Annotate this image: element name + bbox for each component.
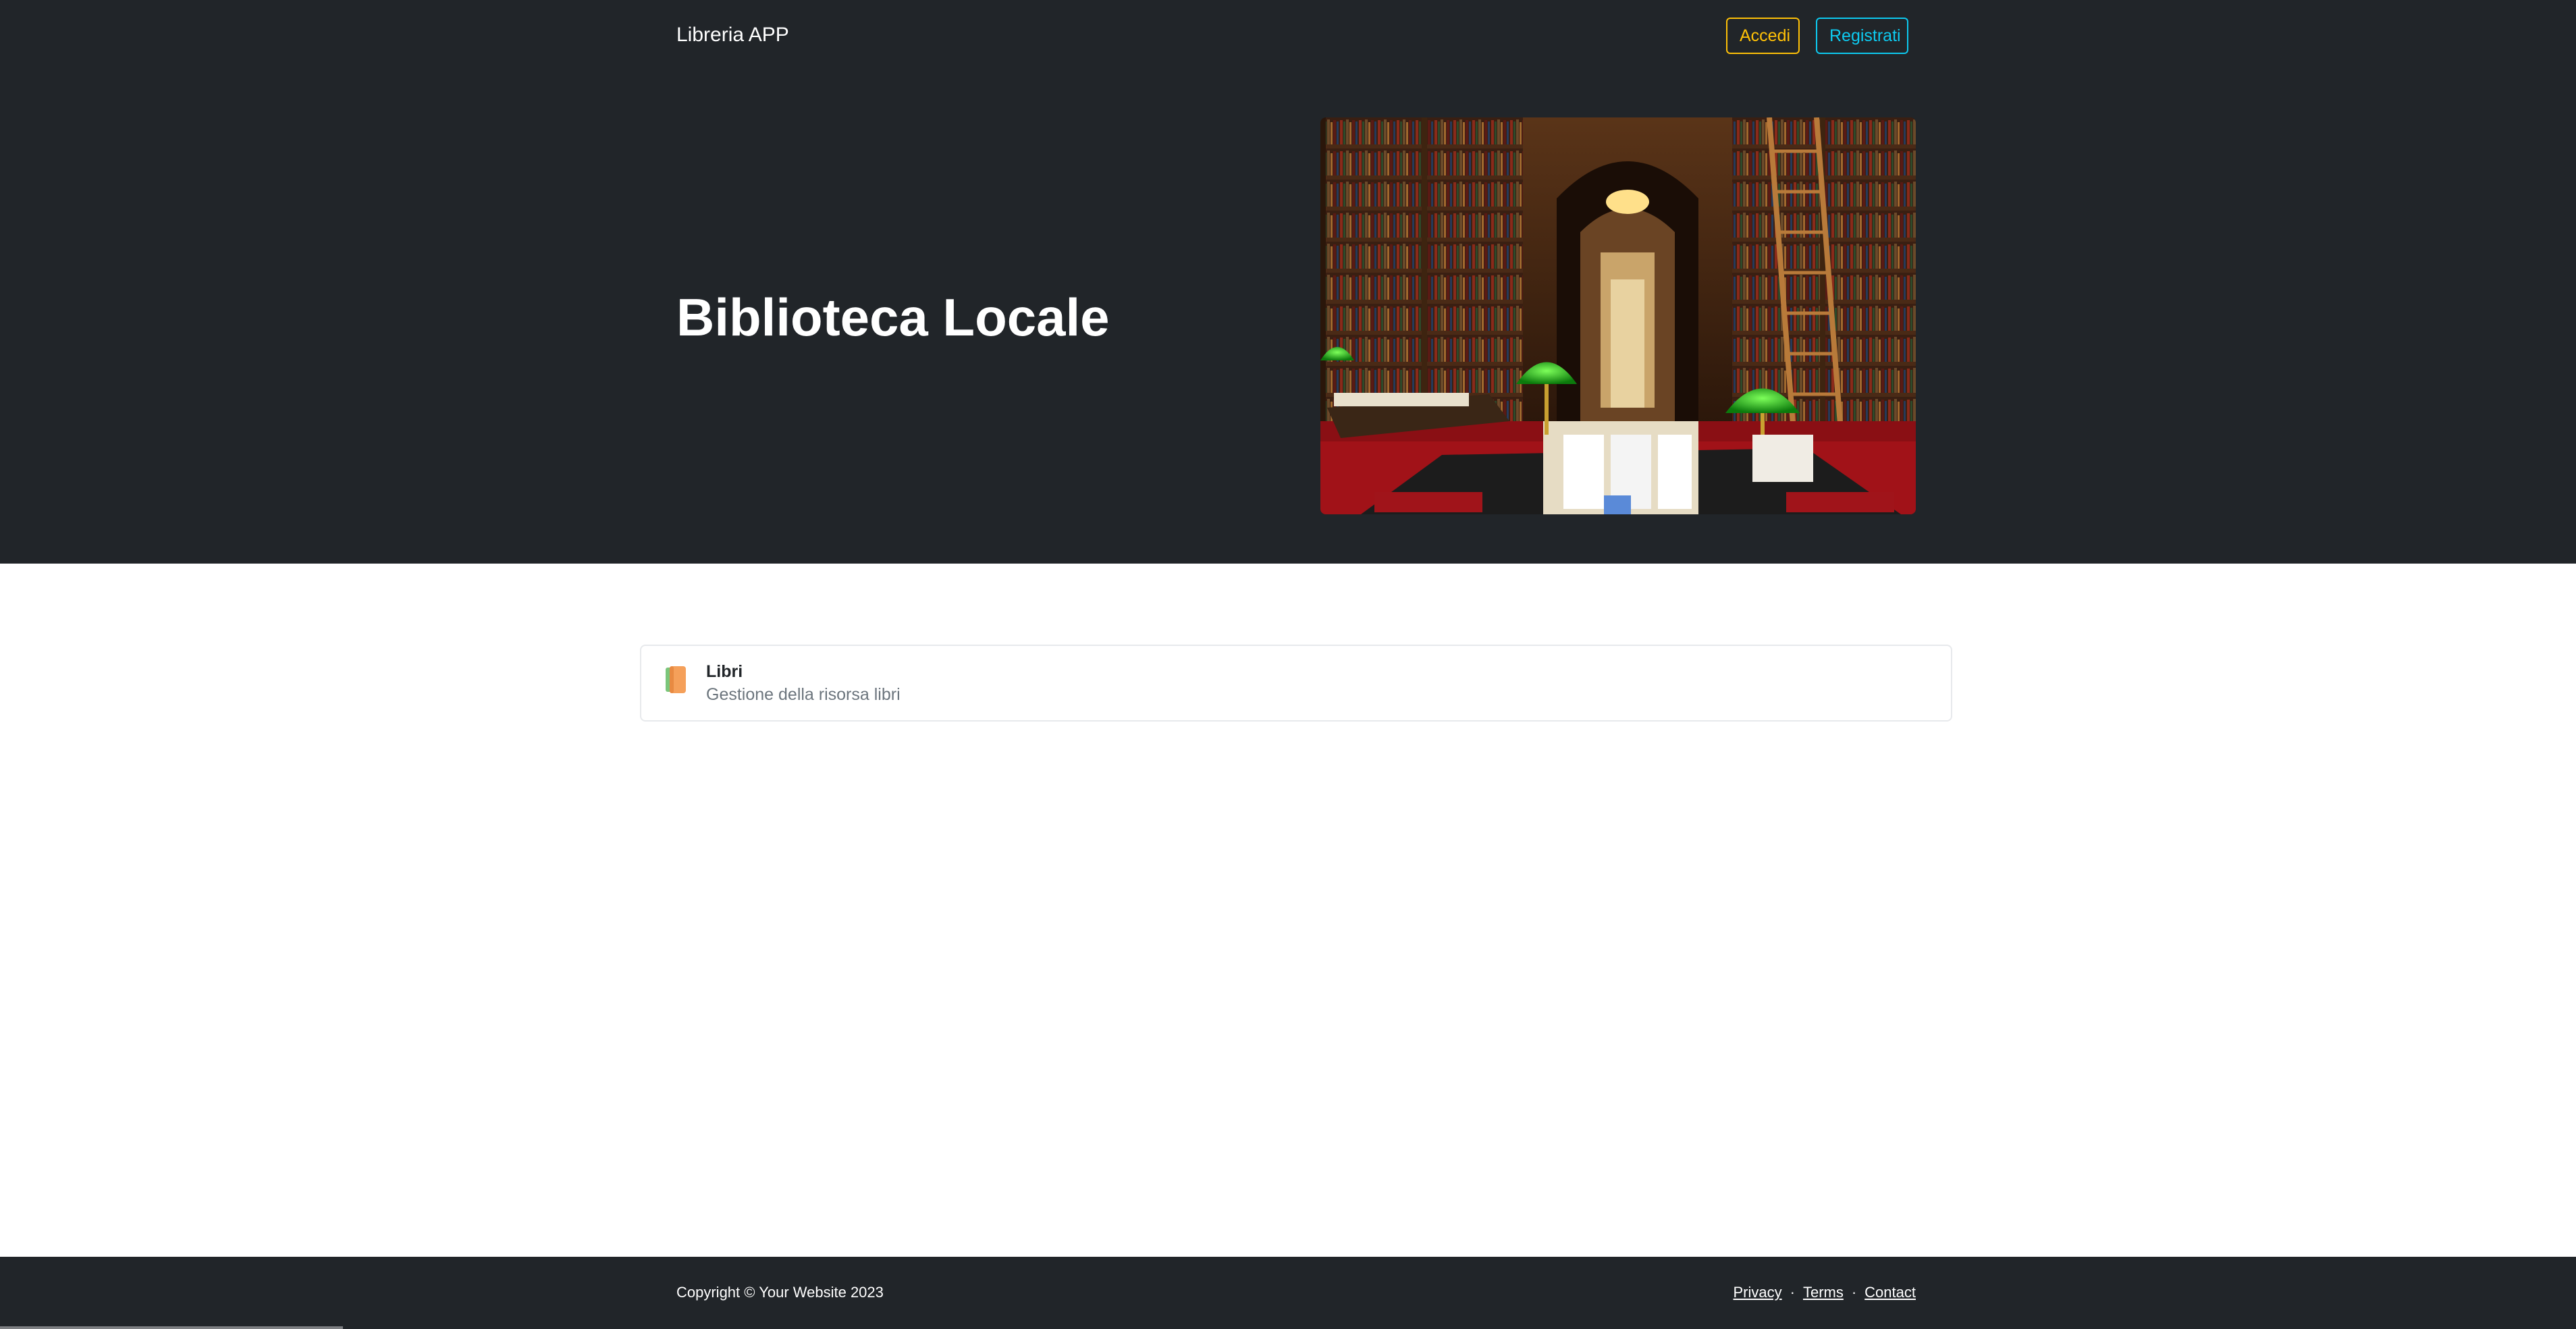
top-navbar: Libreria APP Accedi Registrati (0, 0, 2576, 70)
footer-separator: · (1790, 1284, 1795, 1301)
footer: Copyright © Your Website 2023 Privacy · Te… (0, 1257, 2576, 1329)
footer-link-contact[interactable]: Contact (1864, 1284, 1916, 1301)
books-icon (664, 665, 687, 695)
card-subtitle: Gestione della risorsa libri (706, 685, 901, 704)
hero-section: Biblioteca Locale (0, 70, 2576, 564)
footer-copyright: Copyright © Your Website 2023 (676, 1284, 884, 1301)
resource-card-libri[interactable]: Libri Gestione della risorsa libri (640, 645, 1952, 722)
brand-link[interactable]: Libreria APP (676, 20, 789, 50)
register-button[interactable]: Registrati (1816, 18, 1908, 54)
card-title: Libri (706, 662, 743, 681)
library-interior-image (1320, 117, 1916, 514)
hero-title: Biblioteca Locale (676, 288, 1110, 347)
footer-link-privacy[interactable]: Privacy (1734, 1284, 1782, 1301)
login-button[interactable]: Accedi (1726, 18, 1800, 54)
footer-separator: · (1851, 1284, 1857, 1301)
horizontal-scrollbar[interactable] (0, 1326, 343, 1329)
footer-links: Privacy · Terms · Contact (1734, 1284, 1916, 1301)
footer-link-terms[interactable]: Terms (1803, 1284, 1844, 1301)
